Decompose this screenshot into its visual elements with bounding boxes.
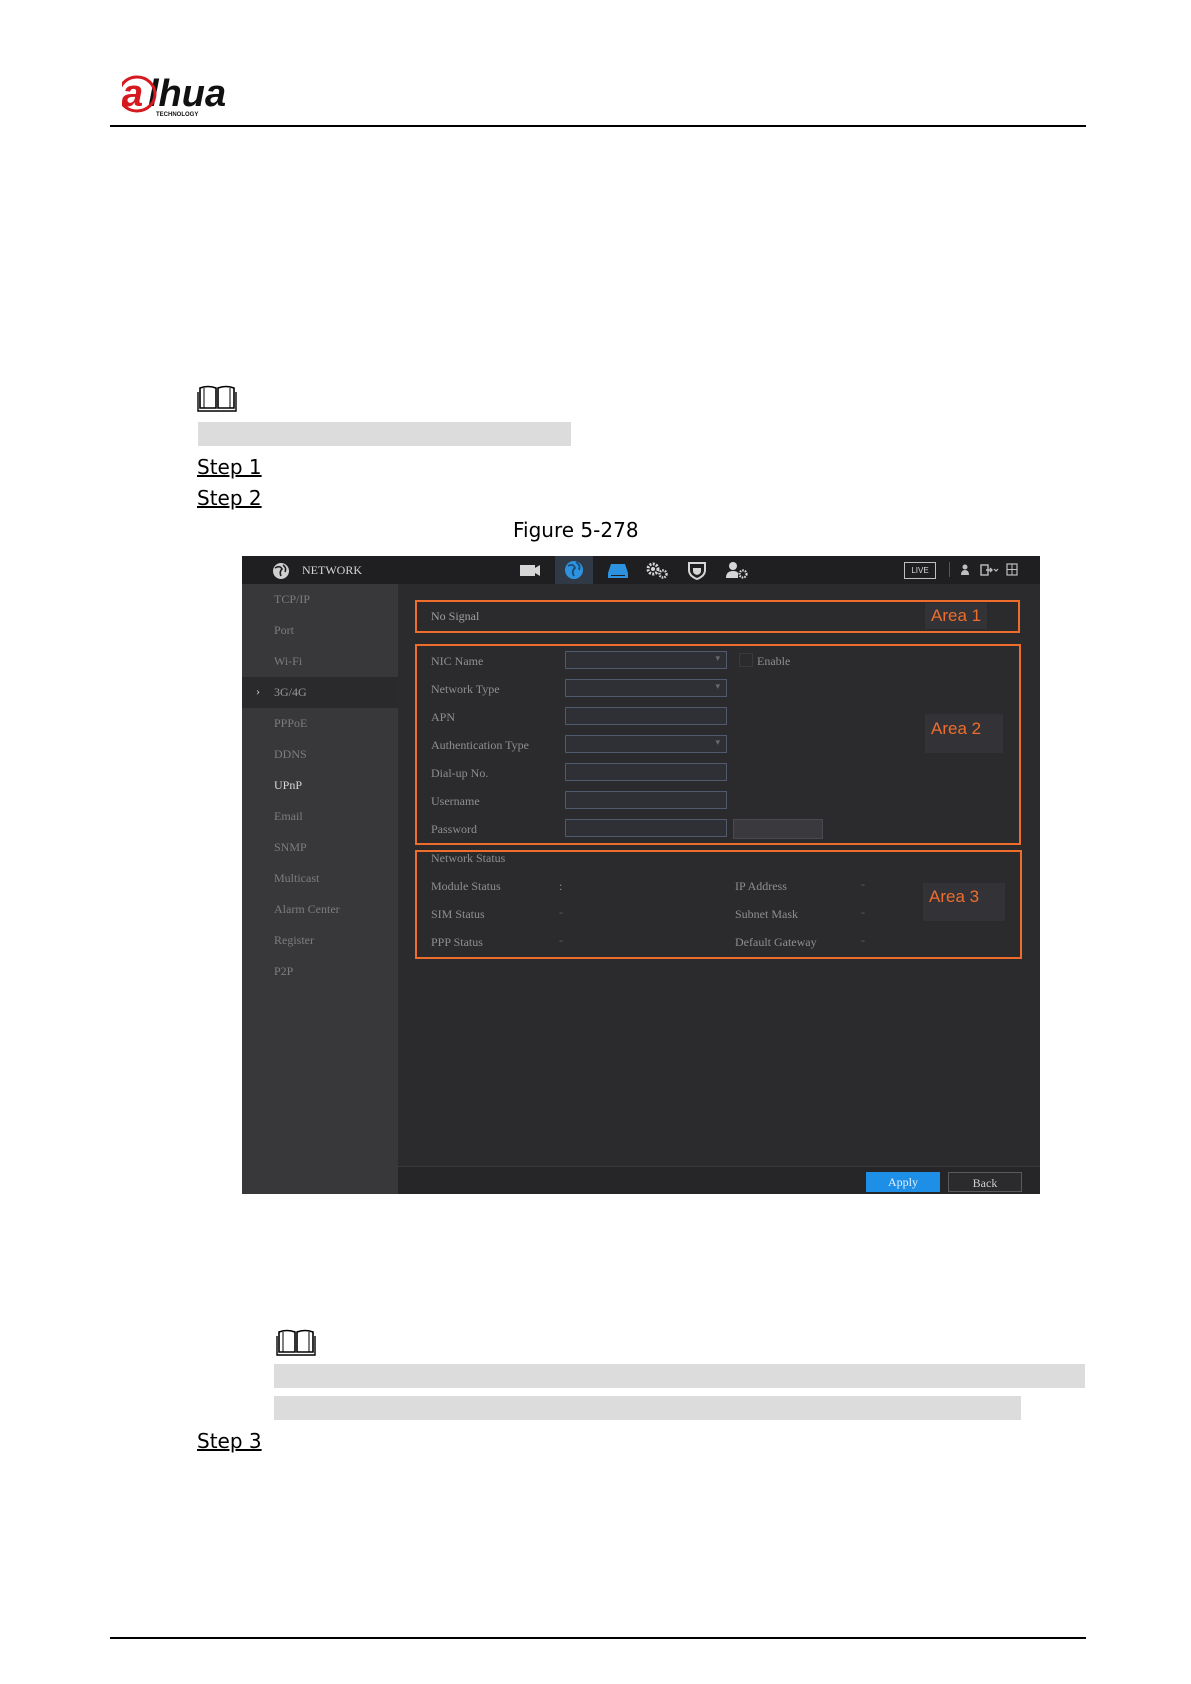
redacted-note-line <box>274 1396 1021 1420</box>
username-input[interactable] <box>565 791 727 809</box>
sidebar-item-upnp[interactable]: UPnP <box>242 770 398 801</box>
note-book-icon <box>197 384 237 412</box>
top-bar: NETWORK LIVE <box>242 556 1040 584</box>
sidebar: TCP/IP Port Wi-Fi › 3G/4G PPPoE DDNS UPnP… <box>242 584 398 1194</box>
ip-address-value: - <box>861 877 865 891</box>
apn-input[interactable] <box>565 707 727 725</box>
nic-name-select[interactable] <box>565 651 727 669</box>
area-3-box: Network Status Module Status : IP Addres… <box>415 850 1022 959</box>
area-3-tag: Area 3 <box>923 883 1006 921</box>
grid-icon[interactable] <box>1006 563 1018 576</box>
footer-rule <box>110 1637 1086 1639</box>
signal-status: No Signal <box>431 609 480 623</box>
ip-address-label: IP Address <box>735 879 787 893</box>
storage-icon[interactable] <box>603 560 633 580</box>
network-type-select[interactable] <box>565 679 727 697</box>
area-1-box: No Signal Area 1 <box>415 600 1020 633</box>
settings-icon[interactable] <box>642 560 672 580</box>
apn-label: APN <box>431 710 456 724</box>
network-icon[interactable] <box>555 556 593 584</box>
sidebar-item-port[interactable]: Port <box>242 615 398 646</box>
sidebar-item-3g4g[interactable]: › 3G/4G <box>242 677 398 708</box>
globe-icon <box>272 562 290 580</box>
sim-status-value: - <box>559 905 563 919</box>
shield-icon[interactable] <box>682 560 712 581</box>
sidebar-item-email[interactable]: Email <box>242 801 398 832</box>
sidebar-item-register[interactable]: Register <box>242 925 398 956</box>
main-panel: No Signal Area 1 NIC Name Enable Network… <box>398 584 1040 1166</box>
figure-caption: Figure 5-278 <box>513 518 639 542</box>
apply-button[interactable]: Apply <box>866 1172 940 1192</box>
sidebar-item-multicast[interactable]: Multicast <box>242 863 398 894</box>
svg-text:TECHNOLOGY: TECHNOLOGY <box>156 112 198 118</box>
dial-button[interactable] <box>733 819 823 839</box>
note-book-icon <box>276 1328 316 1356</box>
auth-type-select[interactable] <box>565 735 727 753</box>
menu-title: NETWORK <box>302 563 362 577</box>
network-settings-screenshot: NETWORK LIVE TCP/IP Port Wi-Fi › 3G/4G P… <box>242 556 1040 1194</box>
enable-checkbox[interactable] <box>739 653 753 667</box>
step-1: Step 1 <box>197 455 262 479</box>
redacted-note-line <box>274 1364 1085 1388</box>
sidebar-item-p2p[interactable]: P2P <box>242 956 398 987</box>
password-input[interactable] <box>565 819 727 837</box>
sim-status-label: SIM Status <box>431 907 485 921</box>
subnet-mask-label: Subnet Mask <box>735 907 798 921</box>
redacted-note-line <box>198 422 571 446</box>
module-status-value: : <box>559 879 563 893</box>
network-status-heading: Network Status <box>431 851 506 865</box>
password-label: Password <box>431 822 478 836</box>
subnet-mask-value: - <box>861 905 865 919</box>
footer-bar: Apply Back <box>398 1166 1040 1194</box>
chevron-right-icon: › <box>256 684 260 698</box>
module-status-label: Module Status <box>431 879 501 893</box>
sidebar-item-alarm-center[interactable]: Alarm Center <box>242 894 398 925</box>
sidebar-item-snmp[interactable]: SNMP <box>242 832 398 863</box>
network-type-label: Network Type <box>431 682 500 696</box>
header-rule <box>110 125 1086 127</box>
account-icon[interactable] <box>722 560 752 580</box>
live-button[interactable]: LIVE <box>904 562 936 579</box>
username-label: Username <box>431 794 480 808</box>
logout-icon[interactable] <box>980 563 1000 577</box>
dialup-input[interactable] <box>565 763 727 781</box>
default-gateway-label: Default Gateway <box>735 935 817 949</box>
svg-text:lhua: lhua <box>148 73 226 115</box>
area-2-tag: Area 2 <box>925 714 1004 753</box>
ppp-status-value: - <box>559 933 563 947</box>
sidebar-item-tcpip[interactable]: TCP/IP <box>242 584 398 615</box>
nic-name-label: NIC Name <box>431 654 484 668</box>
sidebar-item-ddns[interactable]: DDNS <box>242 739 398 770</box>
camera-icon[interactable] <box>515 560 545 580</box>
dialup-label: Dial-up No. <box>431 766 489 780</box>
area-2-box: NIC Name Enable Network Type APN Area 2 … <box>415 644 1021 845</box>
divider <box>949 562 950 577</box>
user-icon[interactable] <box>958 563 972 577</box>
ppp-status-label: PPP Status <box>431 935 483 949</box>
default-gateway-value: - <box>861 933 865 947</box>
back-button[interactable]: Back <box>948 1172 1022 1192</box>
enable-label: Enable <box>757 654 791 668</box>
dahua-logo: a lhua TECHNOLOGY <box>117 72 262 120</box>
step-3: Step 3 <box>197 1429 262 1453</box>
sidebar-item-pppoe[interactable]: PPPoE <box>242 708 398 739</box>
auth-type-label: Authentication Type <box>431 738 529 752</box>
step-2: Step 2 <box>197 486 262 510</box>
sidebar-item-wifi[interactable]: Wi-Fi <box>242 646 398 677</box>
area-1-tag: Area 1 <box>925 603 988 629</box>
